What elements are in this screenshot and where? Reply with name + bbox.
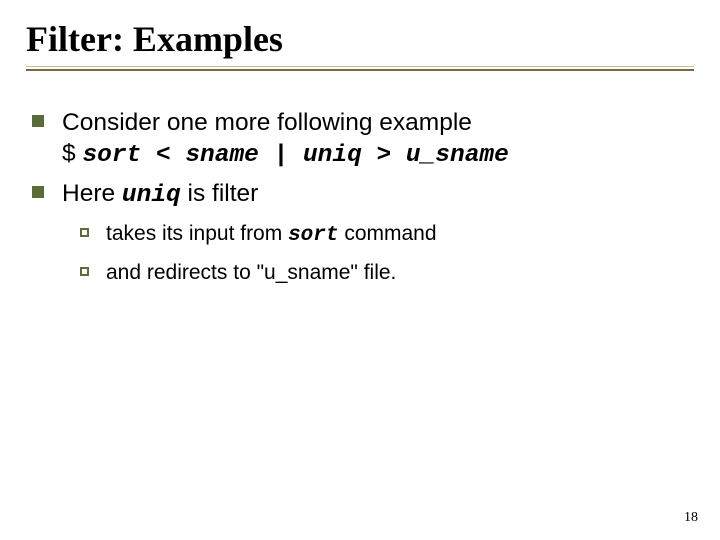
- hollow-square-bullet-icon: [80, 267, 89, 276]
- bullet-item-2: Here uniq is filter takes its input from…: [26, 178, 694, 287]
- bullet-list: Consider one more following example $ so…: [26, 107, 694, 287]
- bullet-1-line-2-prefix: $: [62, 140, 82, 167]
- bullet-2-post: is filter: [181, 180, 259, 207]
- sub-bullet-1: takes its input from sort command: [62, 221, 694, 250]
- slide-body: Consider one more following example $ so…: [26, 73, 694, 287]
- slide: Filter: Examples Consider one more follo…: [0, 0, 720, 540]
- title-rule-inner: Filter: Examples: [26, 14, 694, 67]
- bullet-1-line-1: Consider one more following example: [62, 109, 472, 136]
- sub-2-text: and redirects to "u_sname" file.: [106, 261, 396, 284]
- hollow-square-bullet-icon: [80, 228, 89, 237]
- page-number: 18: [684, 510, 698, 526]
- bullet-1-code: sort < sname | uniq > u_sname: [82, 142, 508, 169]
- sub-bullet-2: and redirects to "u_sname" file.: [62, 260, 694, 287]
- square-bullet-icon: [32, 186, 44, 198]
- bullet-2-code: uniq: [122, 182, 181, 209]
- sub-1-pre: takes its input from: [106, 222, 288, 245]
- square-bullet-icon: [32, 115, 44, 127]
- sub-1-post: command: [339, 222, 437, 245]
- slide-title: Filter: Examples: [26, 14, 694, 60]
- bullet-2-pre: Here: [62, 180, 122, 207]
- bullet-item-1: Consider one more following example $ so…: [26, 107, 694, 172]
- title-rule-outer: Filter: Examples: [26, 14, 694, 71]
- sub-bullet-list: takes its input from sort command and re…: [62, 221, 694, 287]
- sub-1-code: sort: [288, 224, 338, 247]
